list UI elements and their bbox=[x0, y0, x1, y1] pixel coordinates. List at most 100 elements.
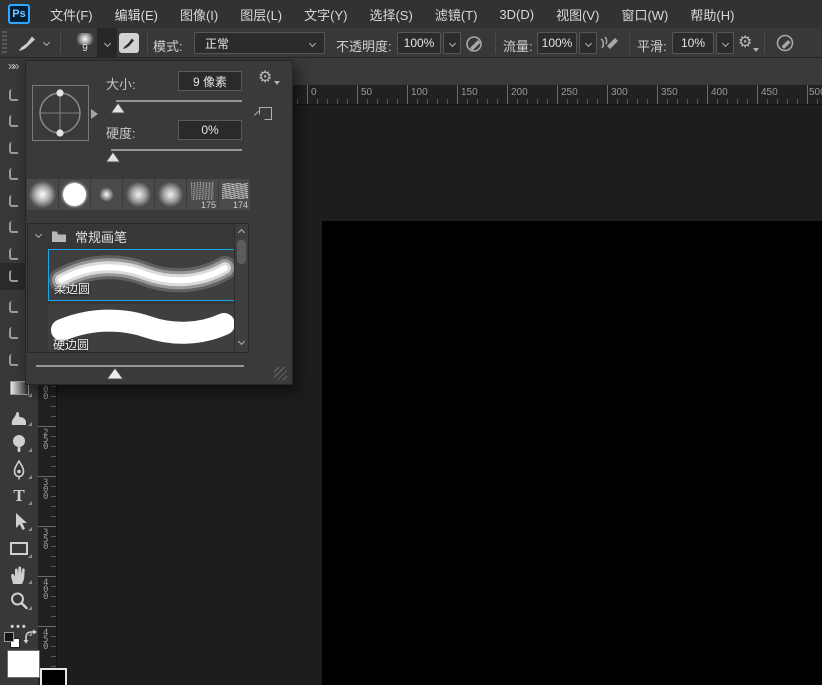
tool-hand[interactable] bbox=[0, 562, 38, 587]
tool-button-partial[interactable] bbox=[9, 195, 18, 207]
brush-preset-size[interactable]: 9 bbox=[74, 43, 96, 54]
recent-brush-soft-round[interactable] bbox=[155, 179, 186, 210]
chevron-down-icon[interactable] bbox=[43, 39, 50, 46]
size-field[interactable]: 9 像素 bbox=[178, 71, 242, 91]
size-label: 大小: bbox=[106, 74, 136, 93]
menu-select[interactable]: 选择(S) bbox=[358, 0, 423, 28]
tool-button-partial[interactable] bbox=[9, 221, 18, 233]
magnifier-icon bbox=[9, 591, 29, 611]
smoothing-options-gear-icon[interactable]: ⚙ bbox=[738, 34, 752, 50]
ruler-tick-label: 0 bbox=[311, 87, 317, 98]
menu-type[interactable]: 文字(Y) bbox=[293, 0, 358, 28]
swap-colors-icon[interactable] bbox=[23, 629, 38, 644]
menu-image[interactable]: 图像(I) bbox=[169, 0, 229, 28]
tool-rectangle[interactable] bbox=[0, 536, 38, 561]
separator bbox=[764, 32, 765, 54]
brush-settings-panel-toggle[interactable] bbox=[119, 33, 139, 53]
panel-gear-icon[interactable]: ⚙ bbox=[258, 69, 272, 85]
brush-group-header[interactable]: 常规画笔 bbox=[28, 224, 248, 248]
menu-view[interactable]: 视图(V) bbox=[545, 0, 610, 28]
photoshop-logo: Ps bbox=[8, 4, 30, 24]
pressure-opacity-icon[interactable] bbox=[465, 35, 487, 52]
recent-brush-texture[interactable]: 175 bbox=[187, 179, 218, 210]
brush-preset-picker-toggle[interactable] bbox=[97, 28, 117, 58]
recent-brush-soft-small[interactable] bbox=[91, 179, 122, 210]
paint-symmetry-icon[interactable] bbox=[774, 34, 798, 52]
flow-dropdown-toggle[interactable] bbox=[579, 32, 597, 54]
dodge-icon bbox=[9, 433, 29, 453]
separator bbox=[60, 32, 61, 54]
scroll-down-icon[interactable] bbox=[238, 338, 245, 345]
panel-resize-grip[interactable] bbox=[274, 367, 287, 380]
airbrush-icon[interactable] bbox=[599, 34, 623, 52]
ruler-tick-label: 250 bbox=[43, 430, 51, 451]
tool-pen[interactable] bbox=[0, 457, 38, 482]
size-slider-thumb[interactable] bbox=[110, 102, 126, 114]
recent-brush-hard-round[interactable] bbox=[59, 179, 90, 210]
preview-size-slider-thumb[interactable] bbox=[106, 367, 124, 380]
hardness-slider-thumb[interactable] bbox=[105, 151, 121, 163]
opacity-dropdown-toggle[interactable] bbox=[443, 32, 461, 54]
tool-button-partial[interactable] bbox=[9, 89, 18, 101]
tool-type[interactable]: T bbox=[0, 483, 38, 508]
background-color-swatch[interactable] bbox=[40, 668, 67, 685]
tool-button-partial[interactable] bbox=[9, 354, 18, 366]
default-colors-button[interactable] bbox=[4, 632, 22, 649]
roundness-handle-icon[interactable] bbox=[91, 109, 98, 119]
tool-button-partial[interactable] bbox=[9, 327, 18, 339]
flow-label: 流量: bbox=[503, 36, 533, 55]
menu-filter[interactable]: 滤镜(T) bbox=[424, 0, 489, 28]
tool-dodge[interactable] bbox=[0, 430, 38, 455]
type-tool-icon: T bbox=[13, 486, 24, 506]
tool-smudge[interactable] bbox=[0, 404, 38, 429]
flow-field[interactable]: 100% bbox=[537, 32, 577, 54]
scrollbar-thumb[interactable] bbox=[237, 240, 246, 264]
smoothing-dropdown-toggle[interactable] bbox=[716, 32, 734, 54]
menu-help[interactable]: 帮助(H) bbox=[679, 0, 745, 28]
recent-brush-soft-round[interactable] bbox=[27, 179, 58, 210]
preview-size-slider-track[interactable] bbox=[36, 365, 244, 367]
scrollbar[interactable] bbox=[234, 224, 248, 352]
menu-edit[interactable]: 编辑(E) bbox=[104, 0, 169, 28]
brush-angle-preview[interactable] bbox=[32, 85, 89, 141]
hardness-field[interactable]: 0% bbox=[178, 120, 242, 140]
smoothing-field[interactable]: 10% bbox=[672, 32, 714, 54]
tool-button-partial[interactable] bbox=[9, 168, 18, 180]
tool-button-partial[interactable] bbox=[9, 301, 18, 313]
canvas[interactable] bbox=[322, 221, 822, 685]
brush-item-soft-round[interactable]: 柔边圆 bbox=[48, 249, 236, 301]
tool-zoom[interactable] bbox=[0, 588, 38, 613]
menu-file[interactable]: 文件(F) bbox=[39, 0, 104, 28]
new-preset-icon[interactable] bbox=[259, 107, 272, 120]
tool-button-partial[interactable] bbox=[9, 270, 18, 282]
brush-item-label: 硬边圆 bbox=[53, 336, 89, 353]
ruler-tick-label: 450 bbox=[761, 87, 778, 98]
scroll-up-icon[interactable] bbox=[238, 229, 245, 236]
foreground-color-swatch[interactable] bbox=[7, 650, 40, 678]
separator bbox=[629, 32, 630, 54]
tool-button-partial[interactable] bbox=[9, 115, 18, 127]
ruler-tick-label: 200 bbox=[511, 87, 528, 98]
ruler-tick-label: 350 bbox=[43, 530, 51, 551]
menu-layer[interactable]: 图层(L) bbox=[229, 0, 293, 28]
menu-window[interactable]: 窗口(W) bbox=[610, 0, 679, 28]
menu-3d[interactable]: 3D(D) bbox=[488, 0, 545, 28]
ruler-tick-label: 50 bbox=[361, 87, 372, 98]
tool-button-partial[interactable] bbox=[9, 248, 18, 260]
blend-mode-dropdown[interactable]: 正常 bbox=[194, 32, 325, 54]
brush-tool-icon[interactable] bbox=[17, 33, 39, 53]
hardness-slider-track[interactable] bbox=[111, 149, 242, 151]
options-bar-grip[interactable] bbox=[2, 31, 7, 55]
opacity-field[interactable]: 100% bbox=[397, 32, 441, 54]
recent-brush-texture[interactable]: 174 bbox=[219, 179, 250, 210]
brush-item-hard-round[interactable]: 硬边圆 bbox=[48, 304, 236, 353]
toolbar-expand-icon[interactable]: »» bbox=[8, 59, 17, 73]
smudge-finger-icon bbox=[9, 408, 29, 426]
tool-button-partial[interactable] bbox=[9, 142, 18, 154]
separator bbox=[147, 32, 148, 54]
size-slider-track[interactable] bbox=[116, 100, 242, 102]
brush-group-label: 常规画笔 bbox=[75, 227, 127, 246]
tool-path-select[interactable] bbox=[0, 509, 38, 534]
default-foreground-swatch bbox=[4, 632, 14, 642]
recent-brush-soft-round[interactable] bbox=[123, 179, 154, 210]
